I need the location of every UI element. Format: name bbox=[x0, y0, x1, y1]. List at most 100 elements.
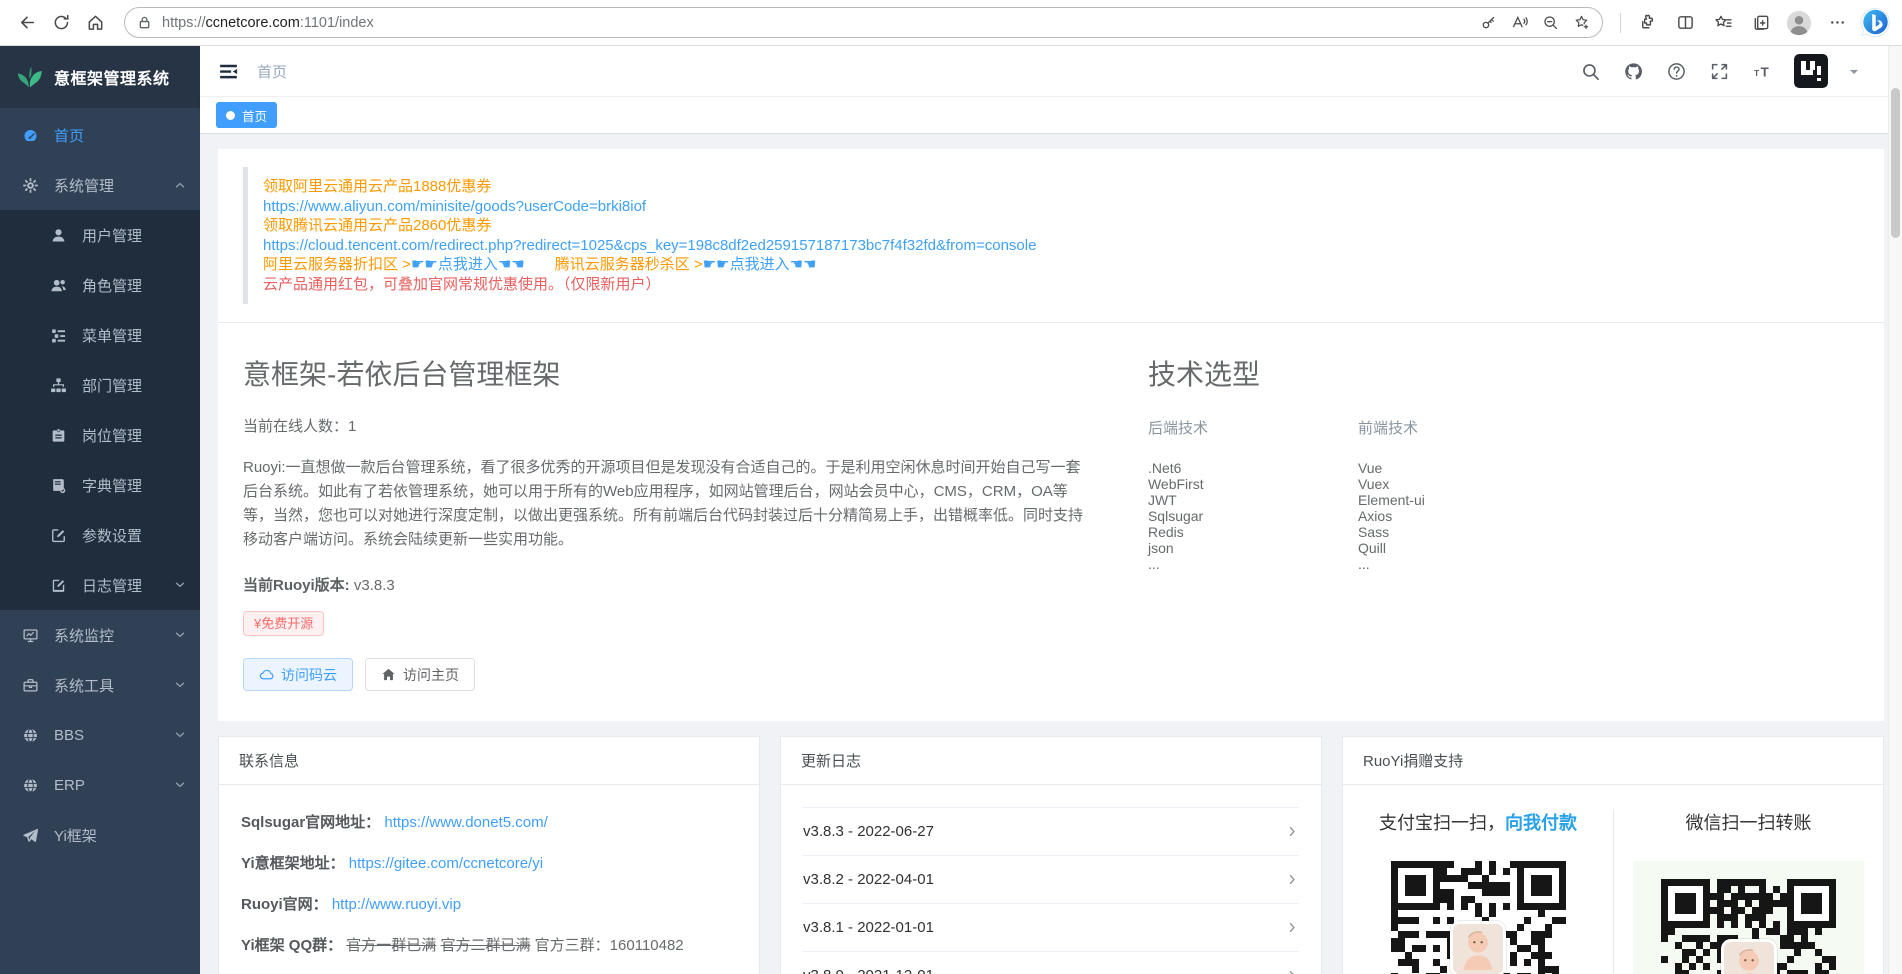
notice-text: 阿里云服务器折扣区 bbox=[263, 256, 402, 273]
key-icon[interactable] bbox=[1474, 8, 1503, 37]
contact-link[interactable]: https://www.donet5.com/ bbox=[384, 814, 547, 831]
contact-link[interactable]: http://www.ruoyi.vip bbox=[332, 896, 461, 913]
visit-gitee-label: 访问码云 bbox=[281, 665, 337, 685]
extensions-icon[interactable] bbox=[1630, 6, 1664, 40]
org-icon bbox=[50, 377, 67, 394]
sidebar-item-system-tools[interactable]: 系统工具 bbox=[0, 660, 200, 710]
free-open-source-tag: ¥免费开源 bbox=[243, 611, 324, 636]
notice-line: https://cloud.tencent.com/redirect.php?r… bbox=[263, 236, 1859, 256]
changelog-item[interactable]: v3.8.3 - 2022-06-27 bbox=[803, 808, 1299, 856]
favorite-add-icon[interactable] bbox=[1567, 8, 1596, 37]
sidebar-toggle-icon[interactable] bbox=[218, 61, 239, 82]
browser-chrome: https://ccnetcore.com:1101/index bbox=[0, 0, 1902, 46]
fullscreen-icon[interactable] bbox=[1710, 62, 1729, 81]
sidebar-item-label: 用户管理 bbox=[82, 225, 142, 246]
promo-notice: 领取阿里云通用云产品1888优惠券https://www.aliyun.com/… bbox=[243, 167, 1859, 304]
address-bar[interactable]: https://ccnetcore.com:1101/index bbox=[124, 7, 1603, 38]
user-icon bbox=[50, 227, 67, 244]
tech-item: json bbox=[1148, 540, 1344, 556]
tab-home[interactable]: 首页 bbox=[216, 102, 277, 128]
sidebar-item-param-settings[interactable]: 参数设置 bbox=[0, 510, 200, 560]
sidebar-item-dept-management[interactable]: 部门管理 bbox=[0, 360, 200, 410]
sidebar-item-system-management[interactable]: 系统管理 bbox=[0, 160, 200, 210]
profile-avatar[interactable] bbox=[1782, 6, 1816, 40]
sidebar-item-home[interactable]: 首页 bbox=[0, 110, 200, 160]
sidebar-item-label: 日志管理 bbox=[82, 575, 142, 596]
changelog-label: v3.8.2 - 2022-04-01 bbox=[803, 871, 934, 888]
caret-down-icon[interactable] bbox=[1850, 70, 1858, 78]
search-icon[interactable] bbox=[1581, 62, 1600, 81]
split-screen-icon[interactable] bbox=[1668, 6, 1702, 40]
sidebar-item-yi-framework[interactable]: Yi框架 bbox=[0, 810, 200, 860]
main-area: 首页 TT 首页 领取阿里云通用云产品1888优惠券https://www.al… bbox=[200, 46, 1902, 974]
sidebar-item-label: 系统监控 bbox=[54, 625, 114, 646]
tags-view-bar: 首页 bbox=[200, 96, 1902, 134]
tech-item: Vue bbox=[1358, 460, 1554, 476]
more-icon[interactable] bbox=[1820, 6, 1854, 40]
font-size-icon[interactable]: TT bbox=[1753, 62, 1772, 81]
github-icon[interactable] bbox=[1624, 62, 1643, 81]
changelog-item[interactable]: v3.8.0 - 2021-12-01 bbox=[803, 952, 1299, 974]
sidebar-item-user-management[interactable]: 用户管理 bbox=[0, 210, 200, 260]
browser-home-icon[interactable] bbox=[78, 6, 112, 40]
sidebar-item-label: Yi框架 bbox=[54, 825, 97, 846]
sidebar-item-log-management[interactable]: 日志管理 bbox=[0, 560, 200, 610]
page-content: 领取阿里云通用云产品1888优惠券https://www.aliyun.com/… bbox=[200, 134, 1902, 974]
notice-link[interactable]: https://cloud.tencent.com/redirect.php?r… bbox=[263, 237, 1036, 254]
copilot-badge[interactable] bbox=[1858, 6, 1892, 40]
favorites-icon[interactable] bbox=[1706, 6, 1740, 40]
toolbox-icon bbox=[22, 677, 39, 694]
zoom-out-icon[interactable] bbox=[1536, 8, 1565, 37]
sidebar-item-post-management[interactable]: 岗位管理 bbox=[0, 410, 200, 460]
read-aloud-icon[interactable] bbox=[1505, 8, 1534, 37]
wechat-title: 微信扫一扫转账 bbox=[1614, 809, 1883, 835]
refresh-icon[interactable] bbox=[44, 6, 78, 40]
notice-text: 腾讯云服务器秒杀区 bbox=[555, 256, 694, 273]
alipay-pay-link[interactable]: 向我付款 bbox=[1505, 813, 1577, 833]
changelog-item[interactable]: v3.8.1 - 2022-01-01 bbox=[803, 904, 1299, 952]
notice-link[interactable]: ☛☛点我进入☚☚ bbox=[703, 256, 817, 273]
tech-item: Redis bbox=[1148, 524, 1344, 540]
help-icon[interactable] bbox=[1667, 62, 1686, 81]
changelog-item[interactable]: v3.8.2 - 2022-04-01 bbox=[803, 856, 1299, 904]
app-logo: 意框架管理系统 bbox=[0, 46, 200, 108]
visit-homepage-button[interactable]: 访问主页 bbox=[365, 658, 475, 691]
sidebar-item-system-monitor[interactable]: 系统监控 bbox=[0, 610, 200, 660]
notice-link[interactable]: https://www.aliyun.com/minisite/goods?us… bbox=[263, 198, 646, 215]
chevron-right-icon bbox=[1286, 921, 1299, 934]
sidebar-item-erp[interactable]: ERP bbox=[0, 760, 200, 810]
chevron-down-icon bbox=[174, 779, 186, 791]
chevron-down-icon bbox=[174, 679, 186, 691]
toolbar-divider bbox=[1620, 13, 1621, 33]
globe-icon bbox=[22, 727, 39, 744]
page-scrollbar[interactable] bbox=[1888, 46, 1902, 974]
donate-card-body: 支付宝扫一扫，向我付款 微信扫一扫转账 bbox=[1343, 785, 1883, 974]
sidebar-item-menu-management[interactable]: 菜单管理 bbox=[0, 310, 200, 360]
breadcrumb: 首页 bbox=[257, 61, 287, 82]
visit-gitee-button[interactable]: 访问码云 bbox=[243, 658, 353, 691]
changelog-card-body: v3.8.3 - 2022-06-27 v3.8.2 - 2022-04-01 v3… bbox=[781, 785, 1321, 974]
collections-icon[interactable] bbox=[1744, 6, 1778, 40]
back-icon[interactable] bbox=[10, 6, 44, 40]
tech-item: Element-ui bbox=[1358, 492, 1554, 508]
wechat-donate-section: 微信扫一扫转账 bbox=[1613, 809, 1883, 974]
contact-row: Yi意框架地址： https://gitee.com/ccnetcore/yi bbox=[241, 853, 737, 875]
sidebar-item-dict-management[interactable]: 字典管理 bbox=[0, 460, 200, 510]
scrollbar-thumb[interactable] bbox=[1891, 88, 1900, 238]
tech-item: Sqlsugar bbox=[1148, 508, 1344, 524]
user-avatar[interactable] bbox=[1794, 54, 1828, 88]
notice-link[interactable]: ☛☛点我进入☚☚ bbox=[411, 256, 525, 273]
sidebar-item-bbs[interactable]: BBS bbox=[0, 710, 200, 760]
online-label: 当前在线人数： bbox=[243, 418, 348, 435]
url-path: :1101/index bbox=[300, 15, 374, 31]
sidebar-item-role-management[interactable]: 角色管理 bbox=[0, 260, 200, 310]
changelog-list: v3.8.3 - 2022-06-27 v3.8.2 - 2022-04-01 v3… bbox=[803, 807, 1299, 974]
wechat-qr-code bbox=[1661, 879, 1836, 974]
frontend-title: 前端技术 bbox=[1358, 417, 1554, 438]
contact-link[interactable]: https://gitee.com/ccnetcore/yi bbox=[349, 855, 543, 872]
changelog-label: v3.8.3 - 2022-06-27 bbox=[803, 823, 934, 840]
sidebar-item-label: ERP bbox=[54, 777, 85, 794]
tech-column: 技术选型 后端技术 .Net6WebFirstJWTSqlsugarRedisj… bbox=[1148, 327, 1859, 691]
version-line: 当前Ruoyi版本: v3.8.3 bbox=[243, 574, 1088, 595]
sidebar-item-label: 参数设置 bbox=[82, 525, 142, 546]
